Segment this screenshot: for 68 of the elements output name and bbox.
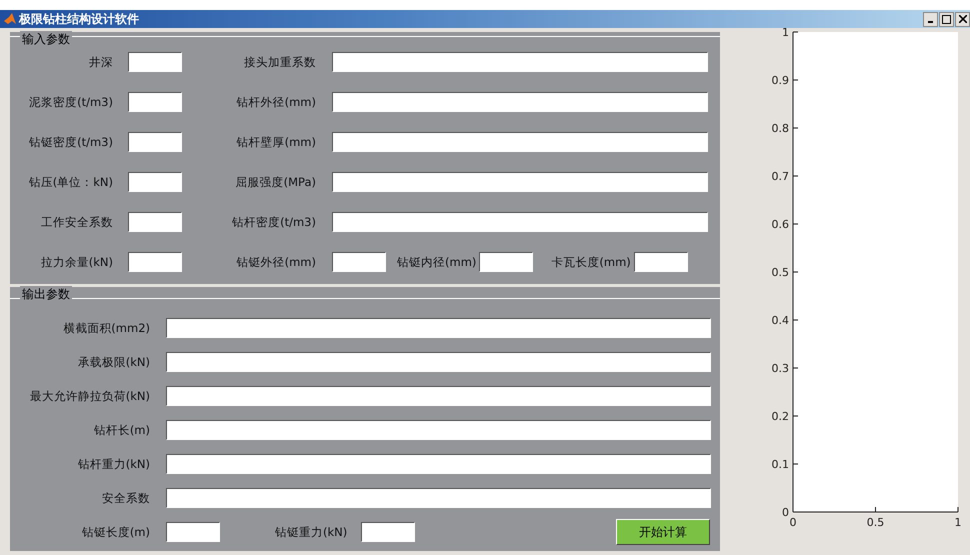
- field-label: 接头加重系数: [243, 54, 316, 70]
- input-field[interactable]: [332, 172, 708, 192]
- input-field[interactable]: [634, 252, 688, 272]
- window-title: 极限钻柱结构设计软件: [19, 10, 140, 28]
- field-label: 钻杆重力(kN): [76, 456, 150, 472]
- input-field[interactable]: [128, 132, 182, 152]
- x-tick-label: 0: [790, 516, 796, 529]
- maximize-button[interactable]: [939, 12, 954, 26]
- field-label: 安全系数: [101, 490, 150, 506]
- field-label: 泥浆密度(t/m3): [28, 94, 113, 110]
- input-field[interactable]: [332, 132, 708, 152]
- y-tick-label: 0.2: [772, 410, 789, 423]
- panel-title: 输入参数: [20, 31, 72, 48]
- field-label: 最大允许静拉负荷(kN): [28, 388, 150, 404]
- y-tick-label: 0.4: [772, 314, 789, 327]
- app-logo-icon: [4, 13, 16, 25]
- input-field[interactable]: [128, 92, 182, 112]
- panel-title: 输出参数: [20, 286, 72, 303]
- input-field[interactable]: [166, 454, 711, 474]
- y-tick-label: 0: [782, 506, 789, 519]
- maximize-icon: [942, 14, 951, 24]
- y-tick-label: 0.1: [772, 458, 789, 471]
- start-calculation-button[interactable]: 开始计算: [616, 519, 710, 545]
- y-tick-label: 1: [782, 28, 789, 39]
- field-label: 承载极限(kN): [76, 354, 150, 370]
- field-label: 钻杆密度(t/m3): [231, 214, 316, 230]
- x-tick-label: 1: [954, 516, 962, 529]
- field-label: 钻压(单位：kN): [28, 174, 113, 190]
- input-field[interactable]: [332, 92, 708, 112]
- y-tick-label: 0.6: [772, 218, 789, 231]
- field-label: 卡瓦长度(mm): [551, 254, 631, 270]
- field-label: 钻铤长度(m): [80, 524, 150, 540]
- field-label: 钻铤重力(kN): [275, 524, 348, 540]
- x-tick-label: 0.5: [866, 516, 884, 529]
- input-field[interactable]: [332, 252, 386, 272]
- input-field[interactable]: [332, 212, 708, 232]
- y-tick-label: 0.9: [772, 74, 789, 87]
- field-label: 钻铤密度(t/m3): [28, 134, 113, 150]
- input-field[interactable]: [332, 52, 708, 72]
- input-field[interactable]: [166, 488, 711, 508]
- y-tick-label: 0.5: [772, 266, 789, 279]
- input-field[interactable]: [128, 172, 182, 192]
- input-field[interactable]: [128, 52, 182, 72]
- field-label: 屈服强度(MPa): [234, 174, 316, 190]
- input-field[interactable]: [128, 252, 182, 272]
- minimize-button[interactable]: [923, 12, 938, 26]
- y-tick-label: 0.3: [772, 362, 789, 375]
- field-label: 钻铤外径(mm): [236, 254, 316, 270]
- field-label: 钻铤内径(mm): [397, 254, 476, 270]
- close-button[interactable]: [955, 12, 970, 26]
- input-field[interactable]: [361, 522, 416, 542]
- close-icon: [958, 15, 966, 23]
- field-label: 钻杆壁厚(mm): [236, 134, 316, 150]
- field-label: 横截面积(mm2): [62, 320, 150, 336]
- y-tick-label: 0.8: [772, 122, 789, 135]
- input-field[interactable]: [166, 420, 711, 440]
- field-label: 井深: [88, 54, 113, 70]
- y-tick-label: 0.7: [772, 170, 789, 183]
- input-field[interactable]: [166, 522, 220, 542]
- input-field[interactable]: [166, 352, 711, 372]
- input-field[interactable]: [166, 318, 711, 338]
- field-label: 钻杆外径(mm): [236, 94, 316, 110]
- field-label: 工作安全系数: [40, 214, 113, 230]
- field-label: 钻杆长(m): [92, 422, 150, 438]
- input-field[interactable]: [128, 212, 182, 232]
- input-field[interactable]: [479, 252, 534, 272]
- field-label: 拉力余量(kN): [40, 254, 113, 270]
- input-field[interactable]: [166, 386, 711, 406]
